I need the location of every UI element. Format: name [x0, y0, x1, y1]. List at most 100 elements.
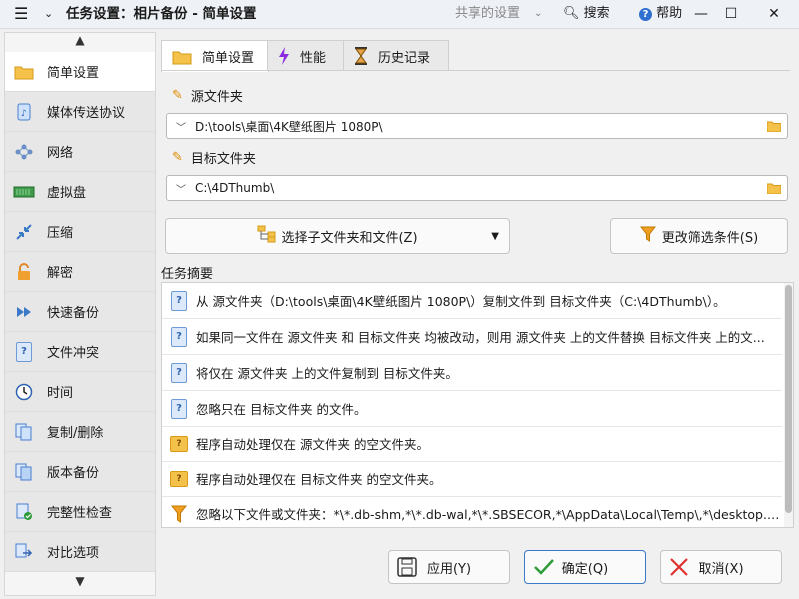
summary-row: 忽略以下文件或文件夹：*\*.db-shm,*\*.db-wal,*\*.SBS…	[162, 496, 782, 527]
ok-label: 确定(Q)	[561, 561, 609, 577]
compress-icon	[13, 223, 35, 241]
source-folder-input[interactable]: ﹀ D:\tools\桌面\4K壁纸图片 1080P\	[166, 113, 788, 139]
summary-list: ? 从 源文件夹（D:\tools\桌面\4K壁纸图片 1080P\）复制文件到…	[161, 282, 794, 528]
shared-settings-chevron-icon[interactable]: ⌄	[534, 0, 542, 28]
summary-row-text: 从 源文件夹（D:\tools\桌面\4K壁纸图片 1080P\）复制文件到 目…	[196, 294, 726, 309]
tab-label: 历史记录	[378, 50, 431, 66]
sidebar-item-label: 网络	[47, 146, 74, 161]
summary-row-text: 将仅在 源文件夹 上的文件复制到 目标文件夹。	[196, 366, 458, 381]
sidebar-item-compare-options[interactable]: 对比选项	[5, 532, 155, 572]
summary-scrollbar-thumb[interactable]	[785, 285, 792, 513]
help-icon: ?	[639, 8, 652, 21]
sidebar-item-network[interactable]: 网络	[5, 132, 155, 172]
summary-row: ? 将仅在 源文件夹 上的文件复制到 目标文件夹。	[162, 355, 782, 391]
doc-question-icon: ?	[170, 290, 188, 311]
folder-tree-icon	[257, 225, 277, 247]
sidebar-item-label: 完整性检查	[47, 506, 113, 521]
help-button[interactable]: ? 帮助	[639, 0, 682, 28]
source-folder-label: ✎ 源文件夹	[172, 86, 243, 105]
sidebar-item-time[interactable]: 时间	[5, 372, 155, 412]
browse-folder-icon[interactable]	[761, 182, 787, 194]
folder-question-icon: ?	[170, 434, 188, 454]
sidebar-scroll-down-button[interactable]: ▼	[5, 574, 155, 588]
filter-icon	[639, 226, 656, 246]
summary-row: ? 如果同一文件在 源文件夹 和 目标文件夹 均被改动，则用 源文件夹 上的文件…	[162, 319, 782, 355]
browse-folder-icon[interactable]	[761, 120, 787, 132]
sidebar-item-decrypt[interactable]: 解密	[5, 252, 155, 292]
tab-simple-settings[interactable]: 简单设置	[161, 40, 269, 72]
sidebar-item-fast-backup[interactable]: 快速备份	[5, 292, 155, 332]
sidebar-item-label: 文件冲突	[47, 346, 100, 361]
sidebar-item-copy-delete[interactable]: 复制/删除	[5, 412, 155, 452]
pencil-icon: ✎	[172, 88, 183, 103]
target-folder-label: ✎ 目标文件夹	[172, 148, 256, 167]
ok-button[interactable]: 确定(Q)	[524, 550, 646, 584]
filter-icon	[170, 504, 188, 524]
target-folder-input[interactable]: ﹀ C:\4DThumb\	[166, 175, 788, 201]
sidebar-item-media-transfer[interactable]: ♪ 媒体传送协议	[5, 92, 155, 132]
svg-text:♪: ♪	[21, 109, 27, 119]
sidebar-item-integrity-check[interactable]: 完整性检查	[5, 492, 155, 532]
select-subfolders-button[interactable]: 选择子文件夹和文件(Z) ▼	[165, 218, 510, 254]
search-label: 搜索	[583, 6, 610, 21]
folder-icon	[172, 49, 192, 65]
summary-row-text: 如果同一文件在 源文件夹 和 目标文件夹 均被改动，则用 源文件夹 上的文件替换…	[196, 330, 765, 345]
source-folder-label-text: 源文件夹	[190, 90, 243, 105]
save-icon	[397, 557, 417, 581]
summary-row-text: 忽略只在 目标文件夹 的文件。	[196, 402, 367, 417]
change-filter-label: 更改筛选条件(S)	[661, 230, 759, 246]
source-folder-path[interactable]: D:\tools\桌面\4K壁纸图片 1080P\	[195, 118, 761, 135]
summary-row: ? 程序自动处理仅在 目标文件夹 的空文件夹。	[162, 461, 782, 497]
apply-button[interactable]: 应用(Y)	[388, 550, 510, 584]
change-filter-button[interactable]: 更改筛选条件(S)	[610, 218, 788, 254]
close-button[interactable]: ✕	[754, 0, 794, 28]
search-button[interactable]: 🔍︎ 搜索	[563, 0, 610, 28]
copy-delete-icon	[13, 423, 35, 441]
doc-question-icon: ?	[170, 326, 188, 347]
folder-icon	[13, 63, 35, 81]
chevron-down-icon[interactable]: ﹀	[167, 181, 195, 196]
sidebar-item-label: 版本备份	[47, 466, 100, 481]
fast-forward-icon	[13, 303, 35, 321]
chevron-down-icon[interactable]: ⌄	[44, 0, 53, 28]
sidebar-item-label: 媒体传送协议	[47, 106, 126, 121]
dropdown-arrow-icon[interactable]: ▼	[491, 231, 499, 242]
compare-icon	[13, 543, 35, 561]
sidebar-item-versioning[interactable]: 版本备份	[5, 452, 155, 492]
tab-history[interactable]: 历史记录	[343, 40, 449, 71]
sidebar-item-compress[interactable]: 压缩	[5, 212, 155, 252]
integrity-check-icon	[13, 503, 35, 521]
summary-scrollbar[interactable]	[784, 283, 793, 527]
sidebar-item-label: 虚拟盘	[47, 186, 87, 201]
cancel-label: 取消(X)	[698, 561, 744, 577]
file-conflict-icon: ?	[13, 341, 35, 362]
sidebar-item-label: 复制/删除	[47, 426, 104, 441]
chevron-down-icon[interactable]: ﹀	[167, 119, 195, 134]
sidebar: ▲ 简单设置 ♪ 媒体传送协议 网络 虚拟盘 压缩 解密 快速备份 ? 文件冲突…	[4, 32, 156, 596]
shared-settings-button[interactable]: 共享的设置	[455, 0, 520, 28]
apply-label: 应用(Y)	[426, 561, 472, 577]
sidebar-item-label: 简单设置	[47, 66, 100, 81]
tab-label: 简单设置	[202, 51, 255, 66]
sidebar-item-label: 对比选项	[47, 546, 100, 561]
folder-question-icon: ?	[170, 469, 188, 489]
sidebar-item-label: 压缩	[47, 226, 74, 241]
target-folder-label-text: 目标文件夹	[190, 152, 256, 167]
tab-performance[interactable]: 性能	[267, 40, 345, 71]
doc-question-icon: ?	[170, 398, 188, 419]
sidebar-scroll-up-button[interactable]: ▲	[5, 33, 155, 47]
target-folder-path[interactable]: C:\4DThumb\	[195, 181, 761, 195]
sidebar-item-virtual-drive[interactable]: 虚拟盘	[5, 172, 155, 212]
sidebar-item-simple-settings[interactable]: 简单设置	[5, 52, 155, 92]
cancel-button[interactable]: 取消(X)	[660, 550, 782, 584]
media-device-icon: ♪	[13, 103, 35, 121]
sidebar-item-file-conflict[interactable]: ? 文件冲突	[5, 332, 155, 372]
tab-panel-border	[161, 70, 790, 71]
maximize-button[interactable]: ☐	[711, 0, 751, 28]
summary-row-text: 程序自动处理仅在 源文件夹 的空文件夹。	[196, 437, 429, 452]
hamburger-menu-icon[interactable]: ☰	[14, 0, 28, 28]
sidebar-item-label: 快速备份	[47, 306, 100, 321]
tab-label: 性能	[300, 50, 327, 66]
summary-row: ? 忽略只在 目标文件夹 的文件。	[162, 391, 782, 427]
sidebar-item-label: 时间	[47, 386, 74, 401]
